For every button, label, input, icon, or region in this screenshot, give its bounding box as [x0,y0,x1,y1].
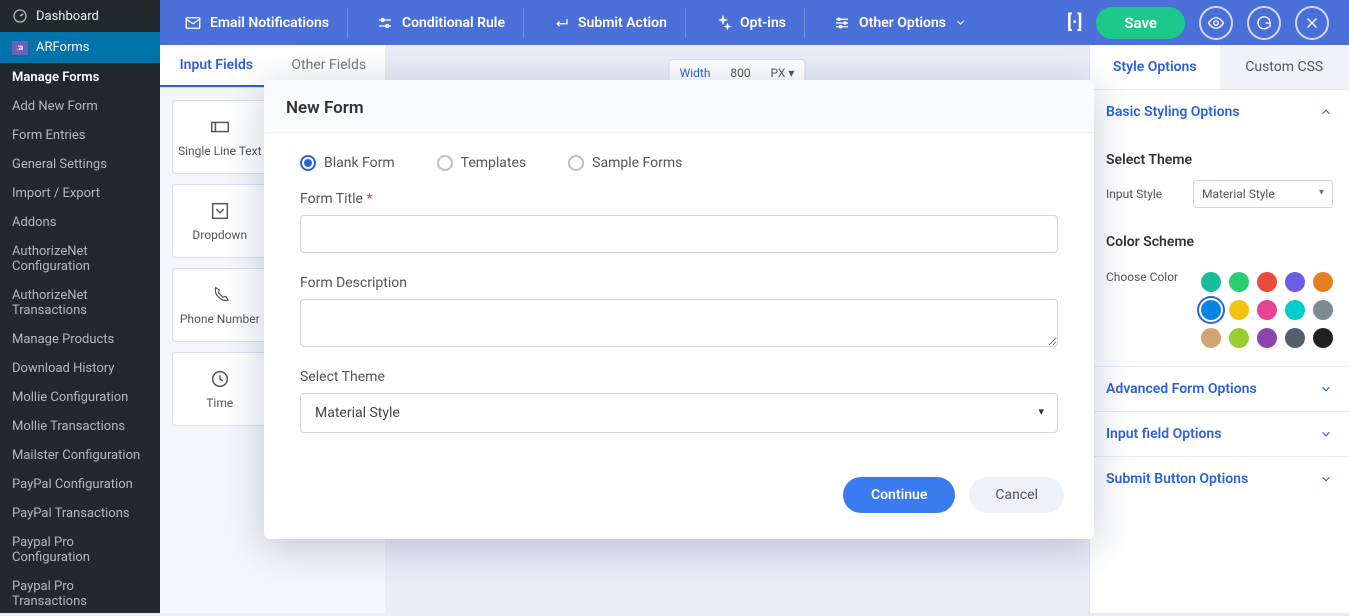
select-theme-dropdown[interactable]: Material Style [300,393,1058,433]
form-title-input[interactable] [300,215,1058,253]
radio-tpl-label: Templates [461,155,527,171]
continue-button[interactable]: Continue [843,477,955,513]
radio-sample-forms[interactable]: Sample Forms [568,155,682,171]
form-desc-label: Form Description [300,275,1058,291]
cancel-button[interactable]: Cancel [969,477,1064,513]
form-title-txt: Form Title [300,191,363,207]
radio-blank-form[interactable]: Blank Form [300,155,395,171]
radio-templates[interactable]: Templates [437,155,527,171]
radio-icon [437,155,453,171]
radio-icon [568,155,584,171]
radio-icon [300,155,316,171]
form-title-label: Form Title * [300,191,1058,207]
radio-sample-label: Sample Forms [592,155,682,171]
select-theme-label: Select Theme [300,369,1058,385]
new-form-modal: New Form Blank Form Templates Sample For… [264,80,1094,539]
form-description-input[interactable] [300,299,1058,347]
radio-blank-label: Blank Form [324,155,395,171]
modal-title: New Form [264,80,1094,133]
